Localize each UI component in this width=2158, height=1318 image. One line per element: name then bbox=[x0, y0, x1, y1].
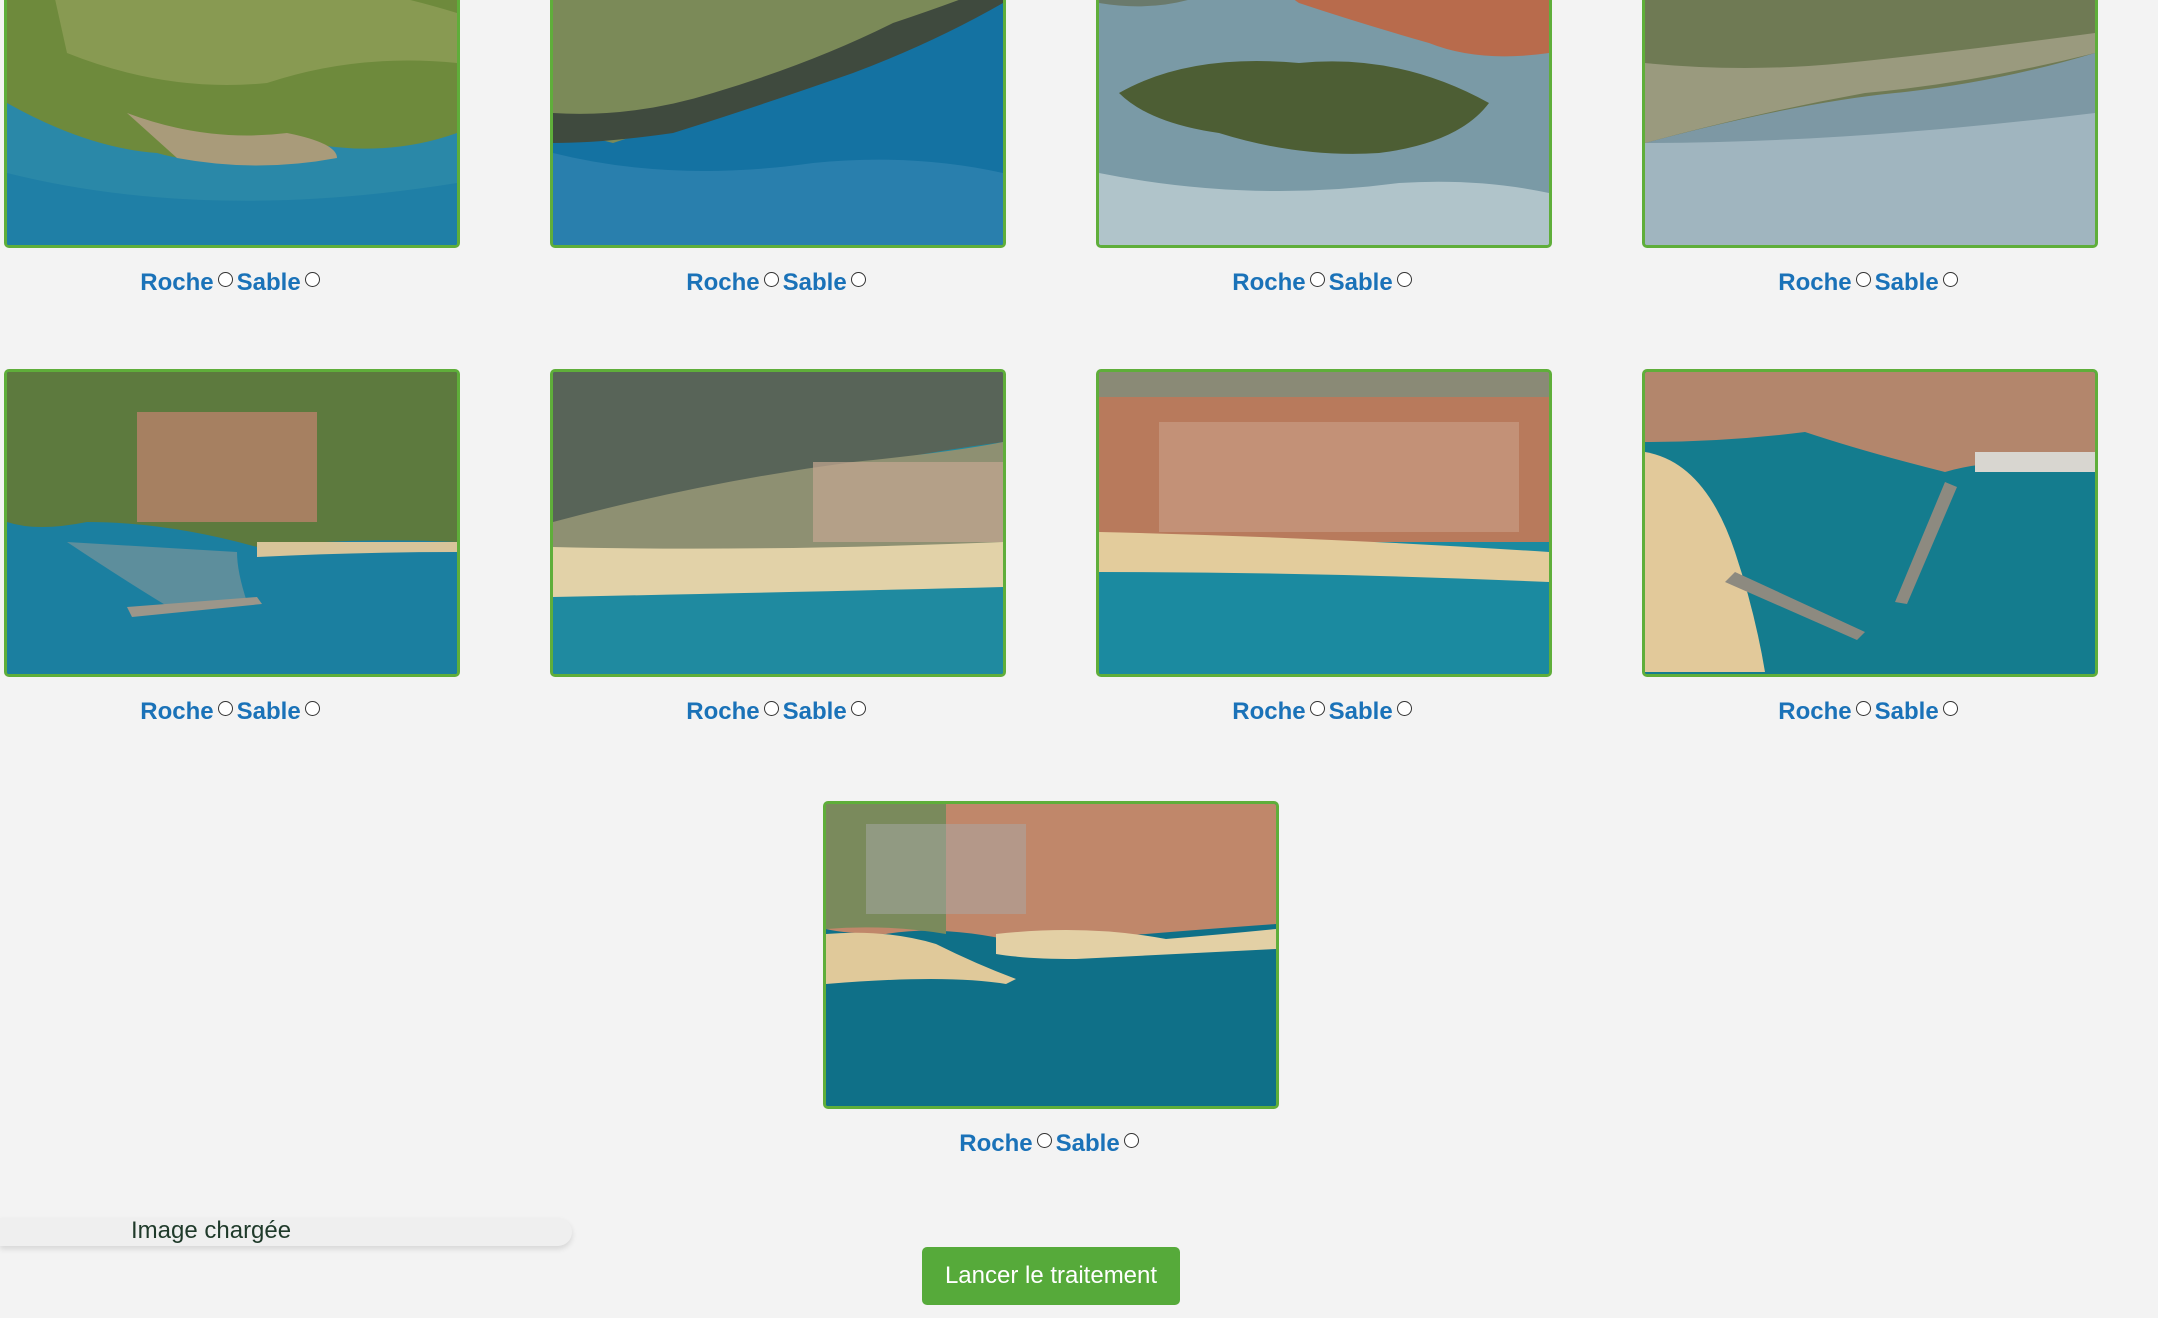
sable-radio[interactable] bbox=[1396, 701, 1412, 717]
sable-radio[interactable] bbox=[1942, 701, 1958, 717]
roche-label: Roche bbox=[686, 697, 760, 725]
aerial-photo bbox=[1096, 369, 1552, 677]
roche-radio[interactable] bbox=[1855, 272, 1871, 288]
roche-label: Roche bbox=[140, 697, 214, 725]
image-card: Roche Sable bbox=[4, 369, 460, 726]
sable-label: Sable bbox=[236, 268, 301, 296]
image-grid: Roche Sable Roche Sable Roche Sable Roch… bbox=[0, 0, 2158, 1200]
terrain-choice: Roche Sable bbox=[823, 1129, 1279, 1158]
terrain-choice: Roche Sable bbox=[1642, 697, 2098, 726]
roche-label: Roche bbox=[1778, 697, 1852, 725]
terrain-choice: Roche Sable bbox=[550, 268, 1006, 297]
aerial-photo bbox=[1642, 369, 2098, 677]
image-card: Roche Sable bbox=[4, 0, 460, 297]
roche-label: Roche bbox=[686, 268, 760, 296]
roche-label: Roche bbox=[1232, 268, 1306, 296]
sable-radio[interactable] bbox=[850, 272, 866, 288]
sable-radio[interactable] bbox=[304, 272, 320, 288]
image-card: Roche Sable bbox=[550, 369, 1006, 726]
aerial-photo bbox=[1642, 0, 2098, 248]
terrain-choice: Roche Sable bbox=[1096, 268, 1552, 297]
aerial-photo bbox=[550, 0, 1006, 248]
sable-label: Sable bbox=[1328, 268, 1393, 296]
aerial-photo bbox=[4, 0, 460, 248]
status-text: Image chargée bbox=[131, 1217, 292, 1244]
roche-radio[interactable] bbox=[1855, 701, 1871, 717]
sable-radio[interactable] bbox=[1123, 1133, 1139, 1149]
sable-label: Sable bbox=[782, 697, 847, 725]
image-card: Roche Sable bbox=[1642, 369, 2098, 726]
terrain-choice: Roche Sable bbox=[4, 697, 460, 726]
sable-label: Sable bbox=[1055, 1129, 1120, 1157]
image-card: Roche Sable bbox=[823, 801, 1279, 1158]
sable-radio[interactable] bbox=[1396, 272, 1412, 288]
roche-radio[interactable] bbox=[217, 701, 233, 717]
terrain-choice: Roche Sable bbox=[1096, 697, 1552, 726]
roche-radio[interactable] bbox=[217, 272, 233, 288]
roche-radio[interactable] bbox=[1309, 272, 1325, 288]
aerial-photo bbox=[4, 369, 460, 677]
roche-radio[interactable] bbox=[1036, 1133, 1052, 1149]
aerial-photo bbox=[550, 369, 1006, 677]
sable-label: Sable bbox=[1874, 268, 1939, 296]
terrain-choice: Roche Sable bbox=[4, 268, 460, 297]
aerial-photo bbox=[823, 801, 1279, 1109]
terrain-choice: Roche Sable bbox=[1642, 268, 2098, 297]
roche-radio[interactable] bbox=[763, 272, 779, 288]
sable-radio[interactable] bbox=[304, 701, 320, 717]
roche-radio[interactable] bbox=[1309, 701, 1325, 717]
sable-label: Sable bbox=[1874, 697, 1939, 725]
sable-label: Sable bbox=[1328, 697, 1393, 725]
aerial-photo bbox=[1096, 0, 1552, 248]
sable-label: Sable bbox=[236, 697, 301, 725]
sable-radio[interactable] bbox=[850, 701, 866, 717]
image-card: Roche Sable bbox=[1096, 0, 1552, 297]
sable-label: Sable bbox=[782, 268, 847, 296]
sable-radio[interactable] bbox=[1942, 272, 1958, 288]
image-card: Roche Sable bbox=[550, 0, 1006, 297]
roche-label: Roche bbox=[1778, 268, 1852, 296]
launch-processing-button[interactable]: Lancer le traitement bbox=[922, 1247, 1180, 1305]
roche-radio[interactable] bbox=[763, 701, 779, 717]
terrain-choice: Roche Sable bbox=[550, 697, 1006, 726]
image-card: Roche Sable bbox=[1096, 369, 1552, 726]
roche-label: Roche bbox=[140, 268, 214, 296]
roche-label: Roche bbox=[959, 1129, 1033, 1157]
image-card: Roche Sable bbox=[1642, 0, 2098, 297]
roche-label: Roche bbox=[1232, 697, 1306, 725]
